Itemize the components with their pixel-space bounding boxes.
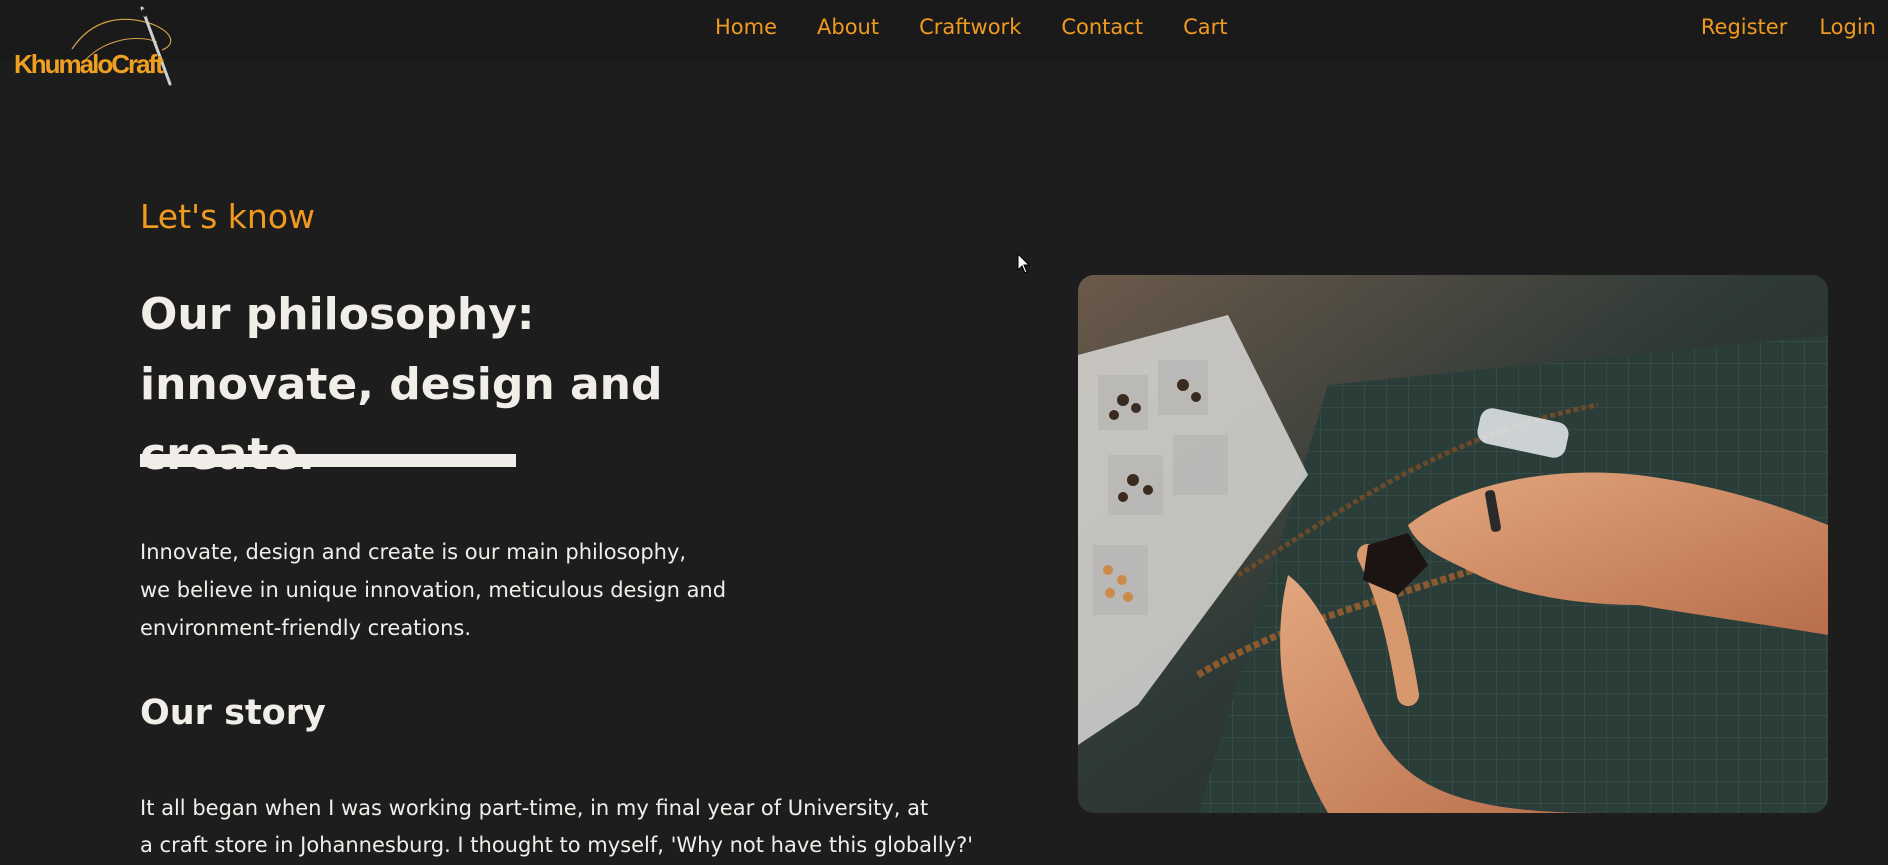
nav-cart[interactable]: Cart bbox=[1183, 12, 1227, 42]
main-nav: Home About Craftwork Contact Cart bbox=[715, 12, 1267, 42]
story-heading: Our story bbox=[140, 693, 326, 733]
page: KhumaloCraft Home About Craftwork Contac… bbox=[0, 0, 1888, 865]
login-link[interactable]: Login bbox=[1819, 12, 1876, 42]
nav-about[interactable]: About bbox=[817, 12, 879, 42]
photo-illustration bbox=[1078, 275, 1828, 813]
logo[interactable]: KhumaloCraft bbox=[12, 4, 202, 88]
nav-home[interactable]: Home bbox=[715, 12, 777, 42]
title-divider bbox=[140, 454, 516, 467]
site-header: KhumaloCraft Home About Craftwork Contac… bbox=[0, 0, 1888, 86]
story-text: It all began when I was working part-tim… bbox=[140, 796, 974, 857]
philosophy-text: Innovate, design and create is our main … bbox=[140, 540, 727, 640]
crafting-photo bbox=[1078, 275, 1828, 813]
nav-craftwork[interactable]: Craftwork bbox=[919, 12, 1021, 42]
nav-contact[interactable]: Contact bbox=[1061, 12, 1143, 42]
mouse-cursor-icon bbox=[1017, 253, 1031, 274]
brand-name: KhumaloCraft bbox=[14, 49, 164, 79]
auth-links: Register Login bbox=[1701, 12, 1876, 42]
register-link[interactable]: Register bbox=[1701, 12, 1787, 42]
section-eyebrow: Let's know bbox=[140, 197, 316, 236]
